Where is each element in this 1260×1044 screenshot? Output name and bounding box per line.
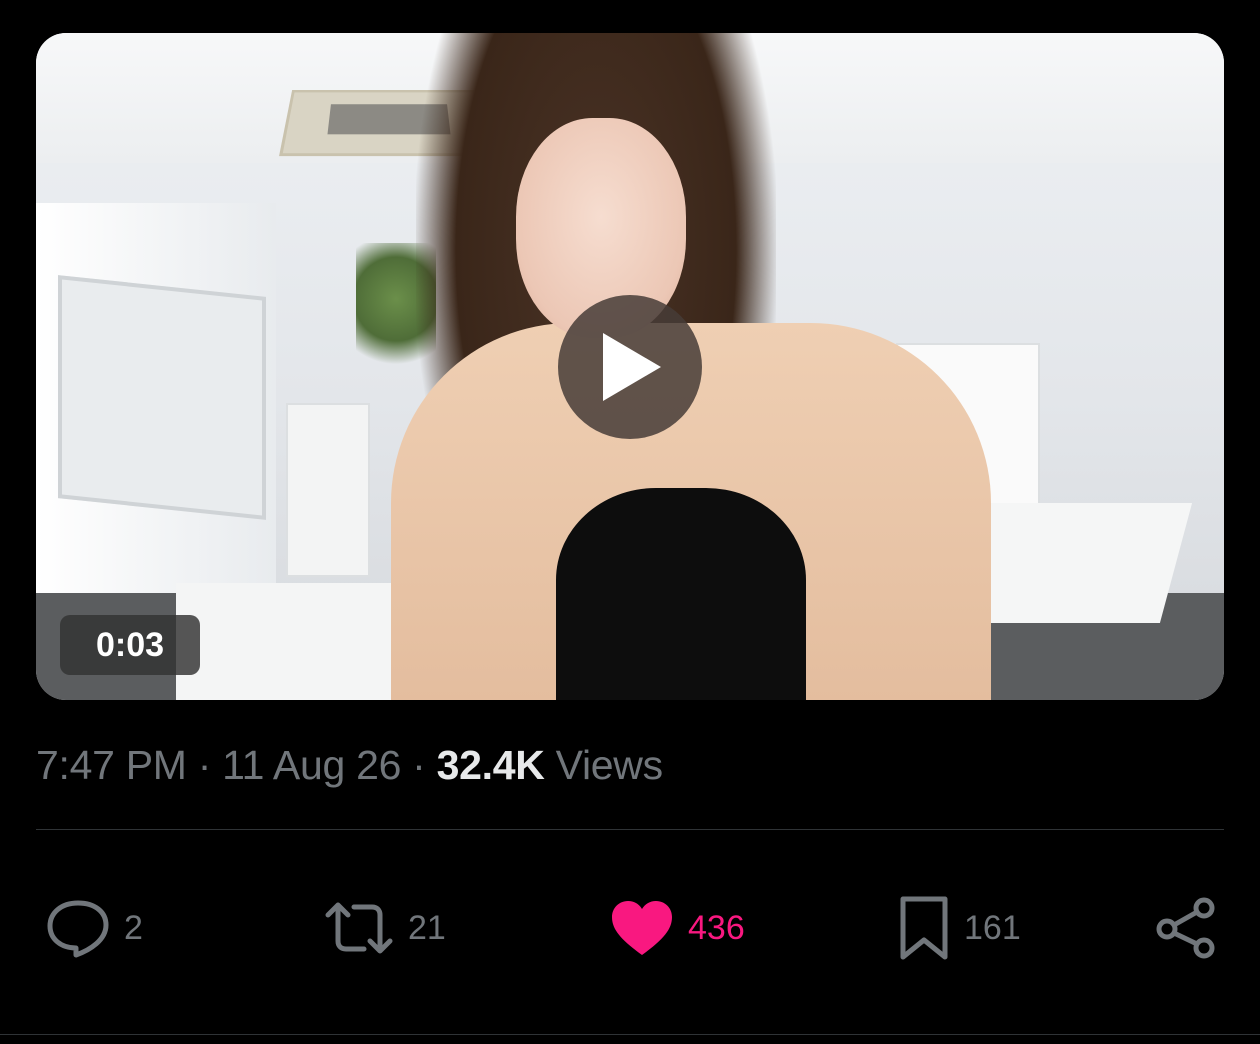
share-button[interactable] <box>1154 890 1218 966</box>
divider <box>0 1034 1260 1035</box>
post-meta: 7:47 PM · 11 Aug 26 · 32.4K Views <box>36 742 663 789</box>
like-count: 436 <box>688 908 745 947</box>
video-duration-badge: 0:03 <box>60 615 200 675</box>
divider <box>36 829 1224 830</box>
video-frame-person-top <box>556 488 806 700</box>
reply-button[interactable]: 2 <box>46 890 143 966</box>
post-time[interactable]: 7:47 PM <box>36 742 187 788</box>
bookmark-icon <box>900 896 948 960</box>
video-frame-whiteboard <box>58 275 266 520</box>
video-frame-cabinet <box>286 403 370 577</box>
repost-button[interactable]: 21 <box>324 890 446 966</box>
repost-count: 21 <box>408 908 446 947</box>
meta-separator: · <box>412 742 426 788</box>
repost-icon <box>325 902 393 954</box>
bookmark-button[interactable]: 161 <box>898 890 1021 966</box>
action-bar: 2 21 436 161 <box>0 890 1260 966</box>
play-icon <box>603 333 661 401</box>
share-icon <box>1156 897 1215 959</box>
meta-separator: · <box>197 742 212 788</box>
views-count: 32.4K <box>436 742 545 788</box>
views-label: Views <box>555 742 663 788</box>
reply-icon <box>47 900 109 958</box>
video-player[interactable]: 0:03 <box>36 33 1224 700</box>
heart-icon <box>612 901 672 955</box>
post-date[interactable]: 11 Aug 26 <box>222 742 401 788</box>
bookmark-count: 161 <box>964 908 1021 947</box>
like-button[interactable]: 436 <box>610 890 745 966</box>
reply-count: 2 <box>124 908 143 947</box>
play-button[interactable] <box>558 295 702 439</box>
